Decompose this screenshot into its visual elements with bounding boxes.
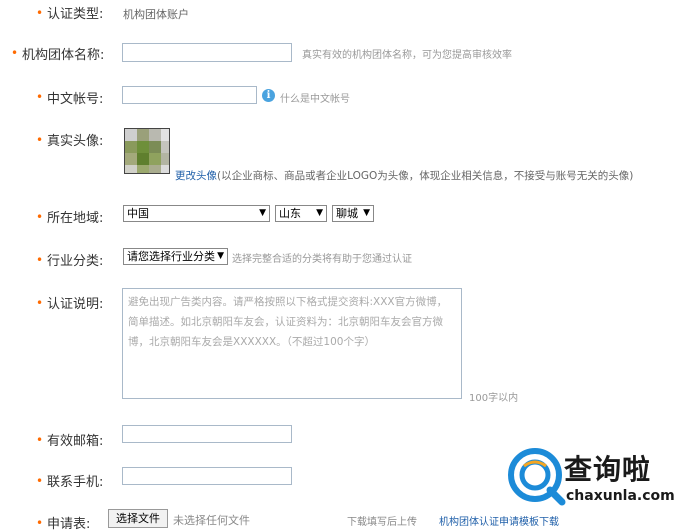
choose-file-button[interactable]: 选择文件 (108, 509, 168, 528)
phone-input[interactable] (122, 467, 292, 485)
required-dot: • (36, 6, 44, 20)
description-label: 认证说明: (47, 297, 104, 312)
chevron-down-icon: ▼ (217, 251, 224, 261)
required-dot: • (11, 46, 19, 60)
info-icon[interactable]: i (262, 89, 275, 102)
required-dot: • (36, 433, 44, 447)
org-name-hint: 真实有效的机构团体名称，可为您提高审核效率 (302, 50, 512, 61)
magnifier-logo-icon (508, 448, 566, 506)
cn-account-label: 中文帐号: (47, 92, 104, 107)
avatar-label: 真实头像: (47, 134, 104, 149)
email-input[interactable] (122, 425, 292, 443)
city-value: 聊城 (336, 207, 358, 220)
chevron-down-icon: ▼ (363, 208, 370, 218)
required-dot: • (36, 516, 44, 530)
required-dot: • (36, 90, 44, 104)
province-value: 山东 (279, 207, 301, 220)
avatar-image (124, 128, 170, 174)
change-avatar-link[interactable]: 更改头像 (175, 170, 217, 182)
industry-value: 请您选择行业分类 (127, 250, 215, 263)
auth-type-label: 认证类型: (47, 7, 104, 22)
chevron-down-icon: ▼ (259, 208, 266, 218)
application-label: 申请表: (47, 517, 91, 532)
industry-hint: 选择完整合适的分类将有助于您通过认证 (232, 254, 412, 265)
cn-account-input[interactable] (122, 86, 257, 104)
description-limit: 100字以内 (469, 393, 519, 404)
chevron-down-icon: ▼ (316, 208, 323, 218)
org-name-label: 机构团体名称: (22, 48, 105, 63)
description-textarea[interactable]: 避免出现广告类内容。请严格按照以下格式提交资料:XXX官方微博，简单描述。如北京… (122, 288, 462, 399)
location-label: 所在地域: (47, 211, 104, 226)
industry-label: 行业分类: (47, 254, 104, 269)
required-dot: • (36, 253, 44, 267)
required-dot: • (36, 296, 44, 310)
city-select[interactable]: 聊城 ▼ (332, 205, 374, 222)
province-select[interactable]: 山东 ▼ (275, 205, 327, 222)
required-dot: • (36, 210, 44, 224)
cn-account-help-link[interactable]: 什么是中文帐号 (280, 90, 350, 105)
country-select[interactable]: 中国 ▼ (123, 205, 270, 222)
site-watermark: 查询啦 chaxunla.com (506, 446, 682, 510)
watermark-brand: 查询啦 (564, 453, 652, 486)
template-download-link[interactable]: 机构团体认证申请模板下载 (439, 513, 559, 528)
no-file-text: 未选择任何文件 (173, 514, 250, 527)
description-placeholder: 避免出现广告类内容。请严格按照以下格式提交资料:XXX官方微博，简单描述。如北京… (128, 296, 448, 348)
avatar-hint: (以企业商标、商品或者企业LOGO为头像，体现企业相关信息，不接受与账号无关的头… (217, 170, 634, 182)
upload-hint: 下载填写后上传 (347, 517, 417, 528)
required-dot: • (36, 474, 44, 488)
org-name-input[interactable] (122, 43, 292, 62)
industry-select[interactable]: 请您选择行业分类 ▼ (123, 248, 228, 265)
country-value: 中国 (127, 207, 149, 220)
watermark-domain: chaxunla.com (566, 488, 675, 504)
email-label: 有效邮箱: (47, 434, 104, 449)
auth-type-value: 机构团体账户 (123, 8, 189, 21)
required-dot: • (36, 133, 44, 147)
avatar-hint-line: 更改头像(以企业商标、商品或者企业LOGO为头像，体现企业相关信息，不接受与账号… (175, 168, 633, 183)
phone-label: 联系手机: (47, 475, 104, 490)
